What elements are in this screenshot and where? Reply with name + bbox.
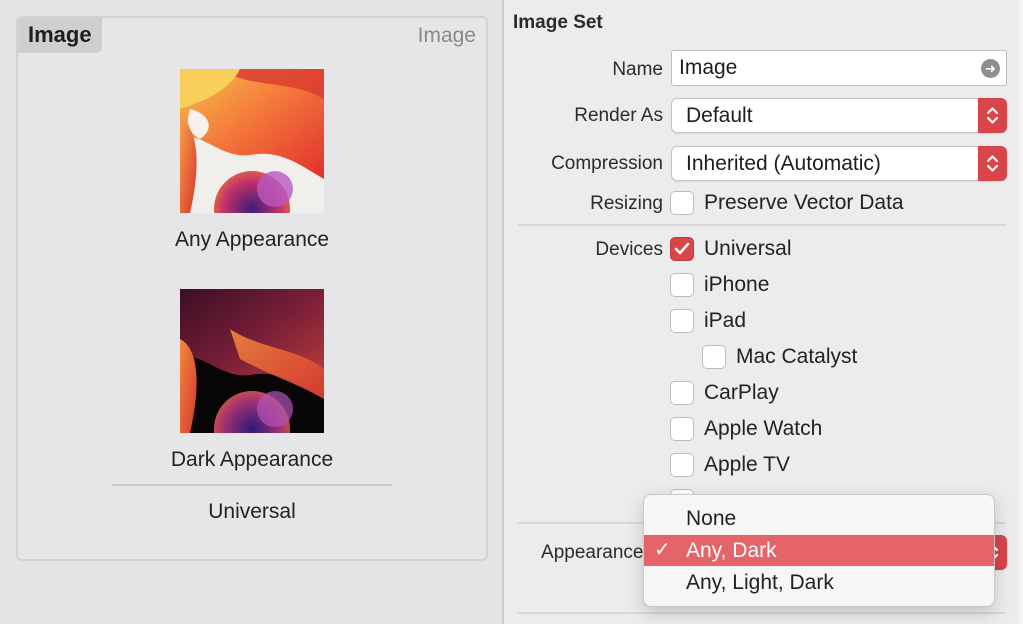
image-set-tab[interactable]: Image [18, 18, 102, 53]
image-set-group[interactable]: Image Image Any Appearance Dark Appearan… [16, 16, 488, 561]
image-set-name: Image [417, 24, 476, 47]
preserve-vector-data-checkbox[interactable] [670, 191, 694, 215]
device-apple-tv-checkbox[interactable] [670, 453, 694, 477]
up-down-chevron-icon [978, 98, 1007, 133]
compression-label: Compression [551, 153, 663, 174]
appearances-menu: None ✓ Any, Dark Any, Light, Dark [643, 494, 995, 607]
device-ipad-label: iPad [704, 309, 747, 332]
device-apple-watch-checkbox[interactable] [670, 417, 694, 441]
section-divider [518, 612, 1006, 614]
dark-wallpaper-thumbnail [180, 289, 324, 433]
up-down-chevron-icon [978, 146, 1007, 181]
name-field[interactable]: Image ➜ [671, 50, 1007, 86]
any-appearance-label: Any Appearance [174, 228, 330, 251]
dark-appearance-image-well[interactable] [180, 289, 324, 433]
appearances-label: Appearances [541, 542, 653, 563]
device-carplay-checkbox[interactable] [670, 381, 694, 405]
render-as-value: Default [686, 104, 753, 127]
name-field-value: Image [679, 56, 738, 79]
preserve-vector-data-label: Preserve Vector Data [704, 191, 904, 214]
arrow-right-circle-icon[interactable]: ➜ [981, 59, 1000, 78]
device-iphone-label: iPhone [704, 273, 770, 296]
menu-item-any-dark[interactable]: ✓ Any, Dark [644, 535, 994, 566]
universal-label: Universal [208, 500, 296, 523]
menu-item-label: Any, Light, Dark [686, 571, 834, 594]
inspector-scroll-edge [1018, 0, 1023, 624]
light-wallpaper-thumbnail [180, 69, 324, 213]
resizing-label: Resizing [590, 193, 663, 214]
device-apple-tv-label: Apple TV [704, 453, 790, 476]
compression-value: Inherited (Automatic) [686, 152, 881, 175]
any-appearance-image-well[interactable] [180, 69, 324, 213]
render-as-label: Render As [574, 105, 663, 126]
dark-appearance-label: Dark Appearance [170, 448, 334, 471]
menu-item-label: None [686, 507, 737, 530]
asset-preview-pane: Image Image Any Appearance Dark Appearan… [0, 0, 502, 624]
device-universal-label: Universal [704, 237, 792, 260]
device-mac-catalyst-label: Mac Catalyst [736, 345, 858, 368]
menu-item-none[interactable]: None [644, 503, 994, 534]
section-divider [518, 224, 1006, 226]
compression-popup[interactable]: Inherited (Automatic) [671, 146, 1007, 181]
device-iphone-checkbox[interactable] [670, 273, 694, 297]
device-ipad-checkbox[interactable] [670, 309, 694, 333]
name-label: Name [612, 59, 663, 80]
checkmark-icon: ✓ [654, 539, 671, 561]
menu-item-label: Any, Dark [686, 539, 777, 562]
device-apple-watch-label: Apple Watch [704, 417, 823, 440]
checkmark-icon [674, 242, 690, 255]
device-universal-checkbox[interactable] [670, 237, 694, 261]
device-mac-catalyst-checkbox[interactable] [702, 345, 726, 369]
devices-label: Devices [595, 239, 663, 260]
section-title: Image Set [513, 12, 603, 33]
render-as-popup[interactable]: Default [671, 98, 1007, 133]
slot-divider [112, 484, 392, 486]
menu-item-any-light-dark[interactable]: Any, Light, Dark [644, 567, 994, 598]
device-carplay-label: CarPlay [704, 381, 779, 404]
